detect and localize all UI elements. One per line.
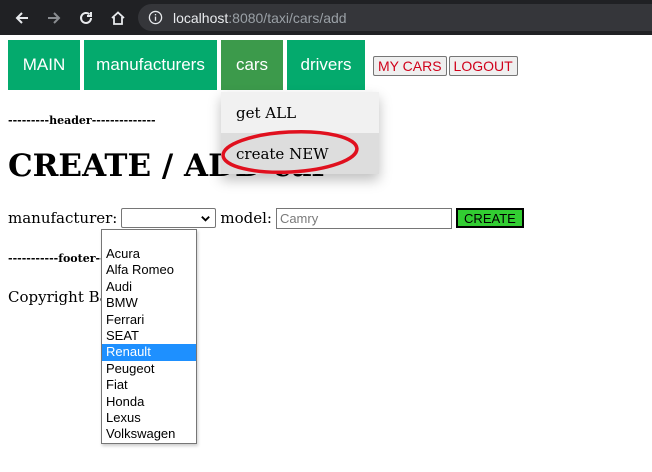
option-renault[interactable]: Renault	[102, 344, 196, 361]
my-cars-button[interactable]: MY CARS	[373, 56, 447, 76]
main-nav: MAIN manufacturers cars drivers MY CARS …	[8, 40, 518, 90]
option-blank[interactable]	[102, 230, 196, 246]
model-label: model:	[220, 209, 272, 227]
forward-icon[interactable]	[44, 8, 64, 28]
nav-tab-cars[interactable]: cars	[221, 40, 283, 90]
nav-tab-main[interactable]: MAIN	[8, 40, 80, 90]
model-input[interactable]: Camry	[275, 207, 452, 229]
menu-item-create-new[interactable]: create NEW	[221, 133, 379, 174]
option-seat[interactable]: SEAT	[102, 328, 196, 344]
back-icon[interactable]	[12, 8, 32, 28]
header-divider: ---------header--------------	[8, 114, 156, 127]
option-volkswagen[interactable]: Volkswagen	[102, 426, 196, 442]
menu-item-get-all[interactable]: get ALL	[221, 92, 379, 133]
option-alfa-romeo[interactable]: Alfa Romeo	[102, 262, 196, 278]
nav-tab-drivers[interactable]: drivers	[287, 40, 365, 90]
option-bmw[interactable]: BMW	[102, 295, 196, 311]
url-path: :8080/taxi/cars/add	[228, 9, 347, 26]
logout-button[interactable]: LOGOUT	[448, 56, 518, 76]
browser-toolbar: localhost:8080/taxi/cars/add	[0, 0, 652, 35]
manufacturer-label: manufacturer:	[8, 209, 118, 227]
option-ferrari[interactable]: Ferrari	[102, 312, 196, 328]
option-audi[interactable]: Audi	[102, 279, 196, 295]
home-icon[interactable]	[108, 8, 128, 28]
manufacturer-select[interactable]	[121, 208, 217, 228]
address-bar[interactable]: localhost:8080/taxi/cars/add	[138, 4, 652, 31]
reload-icon[interactable]	[76, 8, 96, 28]
create-button[interactable]: CREATE	[455, 208, 524, 228]
option-acura[interactable]: Acura	[102, 246, 196, 262]
option-honda[interactable]: Honda	[102, 394, 196, 410]
nav-tab-manufacturers[interactable]: manufacturers	[84, 40, 217, 90]
manufacturer-options-list[interactable]: Acura Alfa Romeo Audi BMW Ferrari SEAT R…	[101, 229, 197, 444]
option-peugeot[interactable]: Peugeot	[102, 361, 196, 377]
info-icon[interactable]	[148, 10, 163, 25]
option-fiat[interactable]: Fiat	[102, 377, 196, 393]
url-host: localhost	[173, 9, 229, 26]
add-car-form: manufacturer: model: Camry CREATE	[8, 207, 524, 229]
cars-dropdown-menu: get ALL create NEW	[221, 92, 379, 174]
option-lexus[interactable]: Lexus	[102, 410, 196, 426]
chevron-down-icon	[201, 216, 211, 222]
